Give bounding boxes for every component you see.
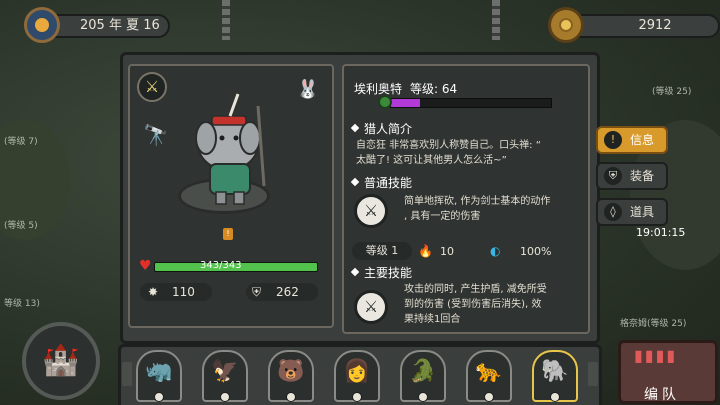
weapon-slot-icon[interactable]: ⚔ bbox=[137, 72, 167, 102]
tab-info[interactable]: ! 信息 bbox=[596, 126, 668, 154]
map-unit-label: (等级 5) bbox=[4, 221, 38, 231]
main-skill-text-line: 到的伤害 (受到伤害后消失), 效 bbox=[404, 299, 542, 310]
fire-value: 10 bbox=[440, 245, 454, 258]
diamond-bullet-icon bbox=[350, 123, 360, 133]
xp-bar bbox=[390, 98, 552, 108]
rank-badge-icon: ! bbox=[223, 228, 233, 240]
clock-text: 19:01:15 bbox=[636, 226, 686, 239]
tab-items-label: 道具 bbox=[630, 205, 655, 219]
season-sun-icon[interactable] bbox=[24, 7, 60, 43]
map-unit-label: 格奈姆(等级 25) bbox=[620, 319, 687, 329]
roster-status-dot bbox=[154, 392, 164, 402]
rabbit-add-icon[interactable]: 🐰 bbox=[295, 74, 321, 106]
attack-value: 110 bbox=[172, 285, 195, 299]
attack-sword-icon: ✸ bbox=[148, 285, 159, 299]
map-unit-label: (等级 25) bbox=[652, 87, 692, 97]
gold-coin-icon bbox=[548, 7, 584, 43]
tab-equipment-label: 装备 bbox=[630, 169, 655, 183]
defense-value: 262 bbox=[276, 285, 299, 299]
profile-title: 猎人简介 bbox=[350, 120, 413, 137]
gold-display: 2912 bbox=[560, 14, 720, 38]
map-unit-label: 等级 13) bbox=[4, 299, 40, 309]
elephant-hero-figure bbox=[195, 93, 266, 205]
main-skill-title: 主要技能 bbox=[350, 264, 413, 281]
heart-icon: ♥ bbox=[139, 258, 152, 274]
map-unit-label: (等级 7) bbox=[4, 137, 38, 147]
formation-figures-icon: ▮▮▮▮ bbox=[634, 346, 678, 365]
shield-icon: ⛨ bbox=[604, 167, 622, 185]
profile-title-text: 猎人简介 bbox=[364, 122, 413, 136]
tab-equipment[interactable]: ⛨ 装备 bbox=[596, 162, 668, 190]
tab-items[interactable]: ◊ 道具 bbox=[596, 198, 668, 226]
formation-label: 编队 bbox=[644, 387, 680, 403]
normal-skill-title-text: 普通技能 bbox=[364, 176, 413, 190]
gold-amount: 2912 bbox=[638, 18, 672, 33]
potion-icon: ◊ bbox=[604, 203, 622, 221]
hanging-chain bbox=[492, 0, 500, 40]
telescope-item-icon[interactable]: 🔭 bbox=[140, 120, 172, 150]
roster-status-dot bbox=[286, 392, 296, 402]
main-skill-text-line: 攻击的同时, 产生护盾, 减免所受 bbox=[404, 284, 547, 295]
normal-skill-text-line: , 具有一定的伤害 bbox=[404, 211, 481, 222]
normal-skill-text-line: 简单地挥砍, 作为剑士基本的动作 bbox=[404, 196, 551, 207]
roster-status-dot bbox=[484, 392, 494, 402]
roster-status-dot bbox=[220, 392, 230, 402]
profile-text-line: 太酷了! 这可让其他男人怎么活~” bbox=[356, 155, 507, 166]
normal-skill-title: 普通技能 bbox=[350, 174, 413, 191]
xp-gem-icon bbox=[378, 95, 392, 109]
diamond-bullet-icon bbox=[350, 177, 360, 187]
main-skill-text-line: 果持续1回合 bbox=[404, 314, 461, 325]
roster-scroll-right[interactable] bbox=[588, 362, 598, 386]
roster-scroll-left[interactable] bbox=[122, 362, 132, 386]
hanging-chain bbox=[222, 0, 230, 40]
fire-icon: 🔥 bbox=[418, 244, 433, 258]
roster-status-dot bbox=[352, 392, 362, 402]
hp-value: 343/343 bbox=[200, 260, 242, 271]
profile-text-line: 自恋狂 非常喜欢别人称赞自己。口头禅: “ bbox=[356, 140, 541, 151]
tab-info-label: 信息 bbox=[630, 133, 655, 147]
xp-bar-fill bbox=[391, 99, 420, 107]
roster-status-dot bbox=[550, 392, 560, 402]
crit-value: 100% bbox=[520, 245, 552, 258]
date-text: 205 年 夏 16 bbox=[80, 18, 160, 33]
defense-shield-icon: ⛨ bbox=[252, 285, 262, 299]
hero-level: 等级: 64 bbox=[410, 82, 458, 96]
shield-skill-icon[interactable]: ⚔ bbox=[354, 290, 388, 324]
slash-skill-icon[interactable]: ⚔ bbox=[354, 194, 388, 228]
skill-level-pill: 等级 1 bbox=[352, 242, 412, 260]
hero-name: 埃利奥特 bbox=[354, 82, 403, 96]
main-skill-title-text: 主要技能 bbox=[364, 266, 413, 280]
crit-icon: ◐ bbox=[490, 244, 501, 258]
roster-status-dot bbox=[418, 392, 428, 402]
diamond-bullet-icon bbox=[350, 267, 360, 277]
info-icon: ! bbox=[604, 131, 622, 149]
castle-home-button[interactable]: 🏰 bbox=[22, 322, 100, 400]
